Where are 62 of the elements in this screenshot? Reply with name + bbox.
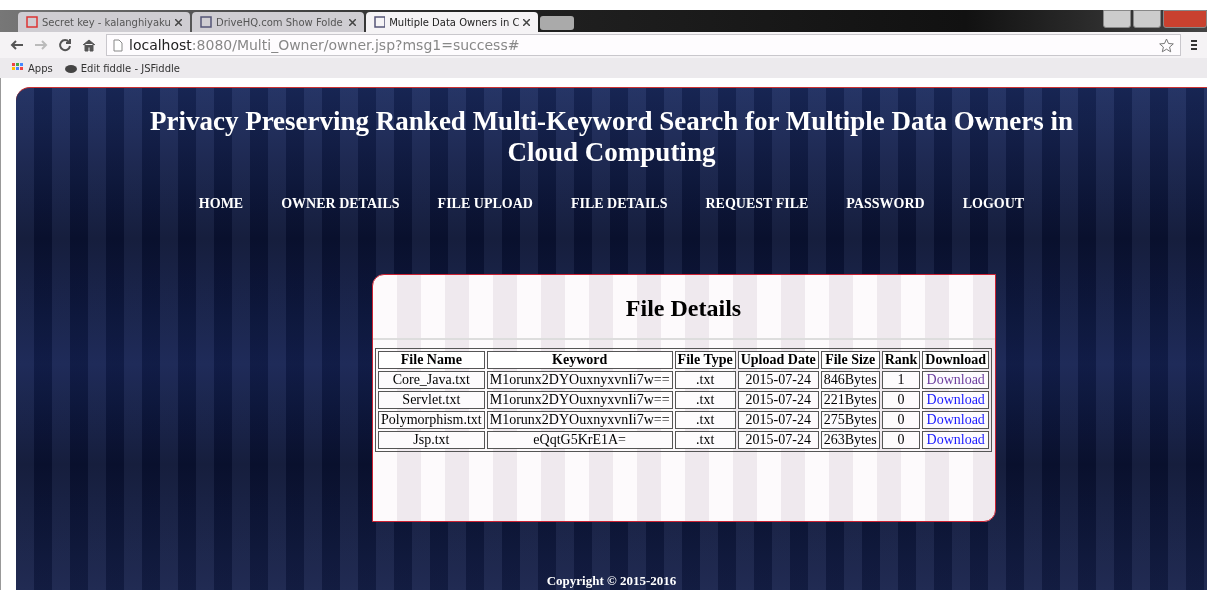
page-icon — [26, 16, 38, 28]
site-title: Privacy Preserving Ranked Multi-Keyword Search for Multiple Data Owners in Cloud Computing — [148, 106, 1075, 168]
column-header: Rank — [881, 351, 921, 369]
nav-link[interactable]: LOGOUT — [962, 196, 1025, 212]
bookmark[interactable]: Edit fiddle - JSFiddle — [64, 62, 180, 74]
table-cell: 2015-07-24 — [737, 411, 819, 429]
table-cell: 275Bytes — [820, 411, 880, 429]
menu-icon[interactable] — [1191, 39, 1197, 51]
close-icon[interactable] — [175, 18, 182, 26]
table-cell: Polymorphism.txt — [377, 411, 485, 429]
copyright-text: Copyright © 2015-2016 — [546, 573, 677, 590]
reload-icon[interactable] — [58, 38, 72, 52]
card-title: File Details — [372, 295, 995, 340]
page-icon — [200, 16, 212, 28]
nav-link[interactable]: REQUEST FILE — [705, 196, 809, 212]
column-header: Keyword — [486, 351, 673, 369]
bookmark[interactable]: Apps — [12, 62, 53, 74]
apps-grid-icon — [12, 63, 24, 73]
table-cell: Core_Java.txt — [377, 371, 485, 389]
nav-link[interactable]: FILE DETAILS — [570, 196, 668, 212]
column-header: File Size — [820, 351, 880, 369]
home-icon[interactable] — [82, 38, 96, 52]
nav-link[interactable]: HOME — [198, 196, 244, 212]
table-cell: Servlet.txt — [377, 391, 485, 409]
table-cell: .txt — [674, 411, 736, 429]
browser-tab[interactable]: Multiple Data Owners in C — [366, 12, 538, 32]
browser-tab[interactable]: DriveHQ.com Show Folde — [192, 12, 364, 32]
table-cell: 2015-07-24 — [737, 371, 819, 389]
column-header: Download — [922, 351, 990, 369]
back-icon[interactable] — [10, 38, 24, 52]
table-cell: .txt — [674, 391, 736, 409]
table-cell: 0 — [881, 431, 921, 449]
star-icon[interactable] — [1159, 37, 1174, 53]
table-cell: 221Bytes — [820, 391, 880, 409]
table-cell: M1orunx2DYOuxnyxvnIi7w== — [486, 371, 673, 389]
table-cell: 1 — [881, 371, 921, 389]
close-icon[interactable] — [349, 18, 356, 26]
page-icon — [374, 16, 386, 28]
table-cell: M1orunx2DYOuxnyxvnIi7w== — [486, 411, 673, 429]
browser-tab[interactable]: Secret key - kalanghiyaku — [18, 12, 190, 32]
column-header: Upload Date — [737, 351, 819, 369]
table-cell: 846Bytes — [820, 371, 880, 389]
table-cell: .txt — [674, 371, 736, 389]
close-icon[interactable] — [523, 18, 530, 26]
table-cell: 2015-07-24 — [737, 431, 819, 449]
table-cell: 263Bytes — [820, 431, 880, 449]
table-cell: eQqtG5KrE1A= — [486, 431, 673, 449]
column-header: File Type — [674, 351, 736, 369]
table-cell: .txt — [674, 431, 736, 449]
table-cell: 0 — [881, 411, 921, 429]
table-cell: 2015-07-24 — [737, 391, 819, 409]
table-cell: 0 — [881, 391, 921, 409]
address-bar[interactable]: localhost:8080/Multi_Owner/owner.jsp?msg1=success# — [106, 34, 1181, 56]
column-header: File Name — [377, 351, 485, 369]
page-icon — [113, 38, 123, 52]
table-cell: M1orunx2DYOuxnyxvnIi7w== — [486, 391, 673, 409]
cloud-icon — [64, 63, 77, 73]
table-cell: Jsp.txt — [377, 431, 485, 449]
nav-link[interactable]: FILE UPLOAD — [437, 196, 533, 212]
nav-link[interactable]: PASSWORD — [846, 196, 925, 212]
url-text: localhost:8080/Multi_Owner/owner.jsp?msg1=success# — [129, 37, 521, 53]
nav-link[interactable]: OWNER DETAILS — [281, 196, 400, 212]
